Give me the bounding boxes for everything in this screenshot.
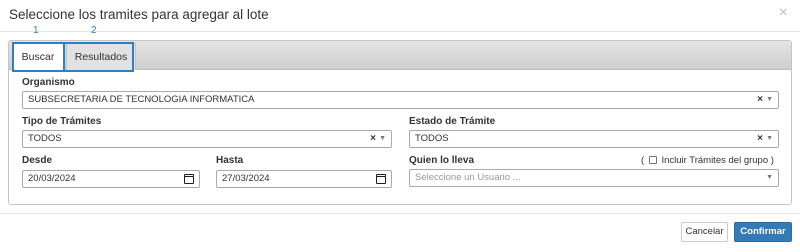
close-icon[interactable]: ×	[779, 5, 788, 21]
quien-lo-lleva-placeholder: Seleccione un Usuario ...	[415, 172, 521, 183]
organismo-select[interactable]: SUBSECRETARIA DE TECNOLOGIA INFORMATICA …	[22, 91, 779, 109]
tab-marker-1: 1	[33, 25, 39, 36]
chevron-down-icon[interactable]: ▼	[379, 131, 386, 147]
estado-tramite-value: TODOS	[415, 133, 449, 144]
quien-lo-lleva-select[interactable]: Seleccione un Usuario ... ▼	[409, 169, 779, 187]
modal-title: Seleccione los tramites para agregar al …	[9, 7, 269, 22]
footer-divider	[0, 213, 800, 214]
clear-icon[interactable]: ×	[757, 131, 763, 147]
desde-date-input[interactable]: 20/03/2024	[22, 170, 200, 188]
paren-open: (	[641, 155, 645, 166]
incluir-grupo-option[interactable]: ( Incluir Trámites del grupo )	[641, 155, 774, 166]
clear-icon[interactable]: ×	[757, 92, 763, 108]
paren-close: )	[770, 155, 774, 166]
confirm-button[interactable]: Confirmar	[734, 222, 792, 242]
hasta-value: 27/03/2024	[222, 173, 270, 184]
header-divider	[0, 31, 800, 32]
tipo-tramites-value: TODOS	[28, 133, 62, 144]
search-panel: Buscar Resultados Organismo SUBSECRETARI…	[8, 40, 792, 205]
tab-marker-2: 2	[91, 25, 97, 36]
desde-label: Desde	[22, 155, 53, 166]
tab-bar: Buscar Resultados	[9, 41, 791, 70]
organismo-label: Organismo	[22, 77, 75, 88]
chevron-down-icon[interactable]: ▼	[766, 92, 773, 108]
calendar-icon[interactable]	[376, 174, 386, 184]
chevron-down-icon[interactable]: ▼	[766, 131, 773, 147]
tab-buscar[interactable]: Buscar	[12, 43, 64, 70]
estado-tramite-select[interactable]: TODOS × ▼	[409, 130, 779, 148]
chevron-down-icon[interactable]: ▼	[766, 170, 773, 186]
hasta-label: Hasta	[216, 155, 244, 166]
tipo-tramites-select[interactable]: TODOS × ▼	[22, 130, 392, 148]
desde-value: 20/03/2024	[28, 173, 76, 184]
quien-lo-lleva-label: Quien lo lleva	[409, 155, 475, 166]
calendar-icon[interactable]	[184, 174, 194, 184]
incluir-grupo-checkbox[interactable]	[648, 156, 657, 164]
tab-resultados[interactable]: Resultados	[66, 43, 136, 70]
tipo-tramites-label: Tipo de Trámites	[22, 116, 102, 127]
incluir-grupo-label: Incluir Trámites del grupo	[661, 155, 769, 166]
cancel-button[interactable]: Cancelar	[681, 222, 728, 242]
hasta-date-input[interactable]: 27/03/2024	[216, 170, 392, 188]
estado-tramite-label: Estado de Trámite	[409, 116, 496, 127]
organismo-value: SUBSECRETARIA DE TECNOLOGIA INFORMATICA	[28, 94, 255, 105]
clear-icon[interactable]: ×	[370, 131, 376, 147]
